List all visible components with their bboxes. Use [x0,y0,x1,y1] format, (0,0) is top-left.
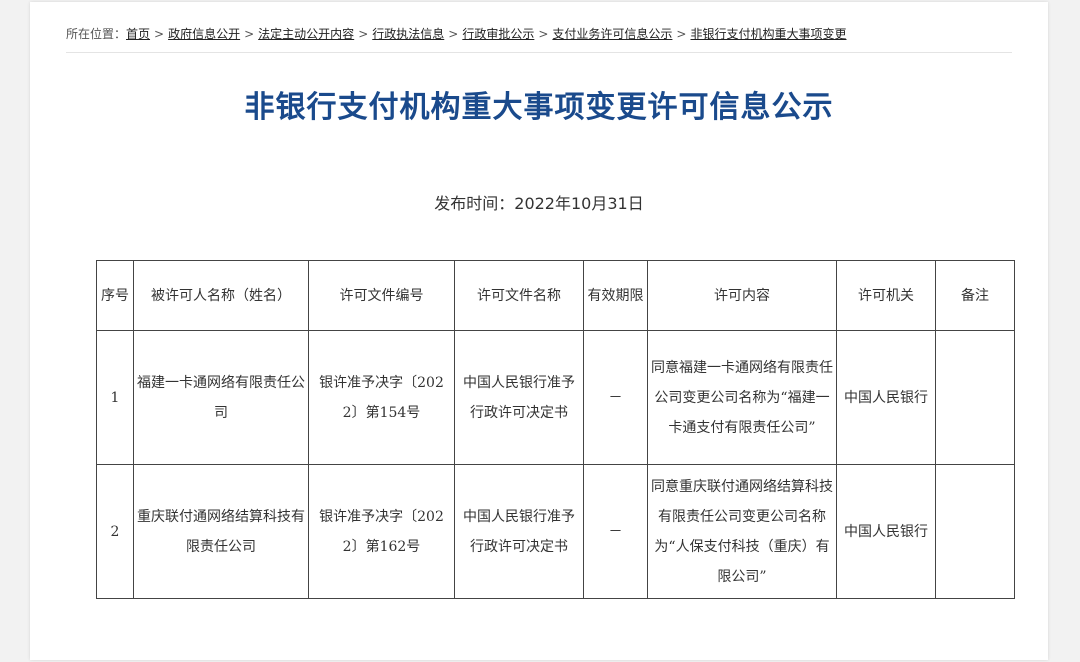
cell-index: 1 [96,330,134,465]
breadcrumb-separator: > [358,27,369,41]
cell-doc-number: 银许准予决字〔2022〕第154号 [308,330,455,465]
breadcrumb-separator: > [154,27,165,41]
header-remarks: 备注 [935,260,1015,331]
table-row: 2 重庆联付通网络结算科技有限责任公司 银许准予决字〔2022〕第162号 中国… [96,464,1015,599]
cell-doc-number: 银许准予决字〔2022〕第162号 [308,464,455,599]
cell-authority: 中国人民银行 [836,464,936,599]
breadcrumb-prefix: 所在位置： [66,27,127,41]
content-page: 所在位置：首页 > 政府信息公开 > 法定主动公开内容 > 行政执法信息 > 行政审批公示 > 支付… [30,2,1048,660]
permit-table: 序号 被许可人名称（姓名） 许可文件编号 许可文件名称 有效期限 许可内容 许可… [96,260,1015,599]
breadcrumb-link-approval[interactable]: 行政审批公示 [462,27,534,41]
cell-validity: － [583,330,648,465]
header-authority: 许可机关 [836,260,936,331]
breadcrumb-link-home[interactable]: 首页 [126,27,150,41]
publish-date: 发布时间：2022年10月31日 [434,194,644,213]
cell-doc-name: 中国人民银行准予行政许可决定书 [454,330,584,465]
breadcrumb-link-current[interactable]: 非银行支付机构重大事项变更 [690,27,846,41]
cell-content: 同意福建一卡通网络有限责任公司变更公司名称为“福建一卡通支付有限责任公司” [647,330,837,465]
cell-licensee: 福建一卡通网络有限责任公司 [133,330,309,465]
cell-index: 2 [96,464,134,599]
cell-content: 同意重庆联付通网络结算科技有限责任公司变更公司名称为“人保支付科技（重庆）有限公… [647,464,837,599]
header-content: 许可内容 [647,260,837,331]
breadcrumb-separator: > [676,27,687,41]
cell-doc-name: 中国人民银行准予行政许可决定书 [454,464,584,599]
cell-authority: 中国人民银行 [836,330,936,465]
breadcrumb-separator: > [448,27,459,41]
cell-remarks [935,464,1015,599]
header-index: 序号 [96,260,134,331]
breadcrumb-separator: > [538,27,549,41]
breadcrumb-separator: > [244,27,255,41]
header-licensee: 被许可人名称（姓名） [133,260,309,331]
breadcrumb-link-statutory[interactable]: 法定主动公开内容 [258,27,354,41]
cell-remarks [935,330,1015,465]
header-doc-number: 许可文件编号 [308,260,455,331]
table-header-row: 序号 被许可人名称（姓名） 许可文件编号 许可文件名称 有效期限 许可内容 许可… [96,260,1015,331]
breadcrumb-link-gov-info[interactable]: 政府信息公开 [168,27,240,41]
cell-licensee: 重庆联付通网络结算科技有限责任公司 [133,464,309,599]
header-doc-name: 许可文件名称 [454,260,584,331]
table-row: 1 福建一卡通网络有限责任公司 银许准予决字〔2022〕第154号 中国人民银行… [96,330,1015,465]
breadcrumb-link-payment-license[interactable]: 支付业务许可信息公示 [552,27,672,41]
breadcrumb: 所在位置：首页 > 政府信息公开 > 法定主动公开内容 > 行政执法信息 > 行政审批公示 > 支付… [66,24,1012,53]
page-title: 非银行支付机构重大事项变更许可信息公示 [244,90,834,125]
cell-validity: － [583,464,648,599]
header-validity: 有效期限 [583,260,648,331]
breadcrumb-link-enforcement[interactable]: 行政执法信息 [372,27,444,41]
